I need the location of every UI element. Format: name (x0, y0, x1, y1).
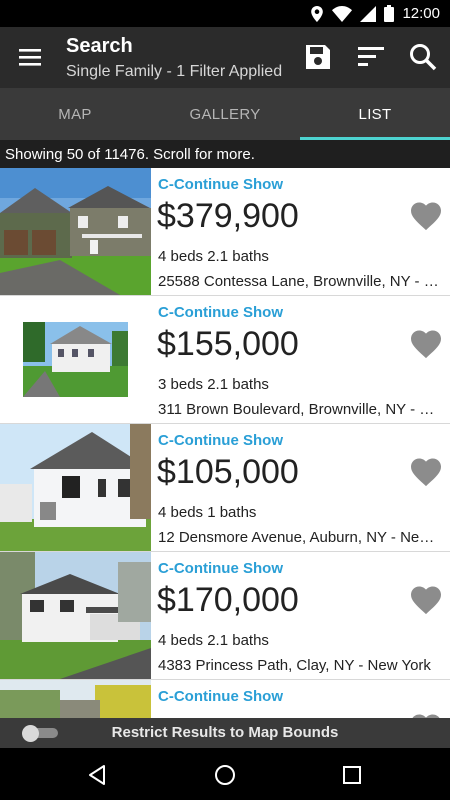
listing-price: $155,000 (157, 325, 299, 363)
heart-icon[interactable] (408, 198, 444, 234)
listing-photo[interactable] (0, 424, 151, 551)
view-tabs: MAP GALLERY LIST (0, 88, 450, 140)
listing-photo[interactable] (0, 296, 151, 423)
listing-address: 4383 Princess Path, Clay, NY - New York (158, 657, 431, 674)
listing-address: 311 Brown Boulevard, Brownville, NY - Ne… (158, 401, 442, 418)
results-summary: Showing 50 of 11476. Scroll for more. (0, 140, 450, 168)
listing-beds-baths: 3 beds 2.1 baths (158, 376, 269, 393)
list-item[interactable]: C-Continue Show $379,900 4 beds 2.1 bath… (0, 168, 450, 296)
listing-status: C-Continue Show (158, 688, 283, 705)
clock: 12:00 (402, 5, 440, 22)
save-icon[interactable] (303, 42, 333, 72)
search-filter-summary[interactable]: Single Family - 1 Filter Applied (66, 63, 292, 81)
listing-price: $105,000 (157, 453, 299, 491)
listing-beds-baths: 4 beds 2.1 baths (158, 248, 269, 265)
listing-status: C-Continue Show (158, 432, 283, 449)
tab-gallery[interactable]: GALLERY (150, 88, 300, 140)
listing-address: 25588 Contessa Lane, Brownville, NY - Ne… (158, 273, 442, 290)
home-icon[interactable] (213, 763, 237, 787)
restrict-map-bounds-toggle[interactable] (22, 725, 58, 742)
recents-icon[interactable] (340, 763, 364, 787)
list-item[interactable]: C-Continue Show $170,000 4 beds 2.1 bath… (0, 552, 450, 680)
heart-icon[interactable] (408, 582, 444, 618)
back-icon[interactable] (86, 763, 110, 787)
listing-list[interactable]: C-Continue Show $379,900 4 beds 2.1 bath… (0, 168, 450, 718)
signal-icon (360, 5, 377, 22)
listing-status: C-Continue Show (158, 560, 283, 577)
listing-address: 12 Densmore Avenue, Auburn, NY - New Yor… (158, 529, 442, 546)
list-item[interactable]: C-Continue Show $105,000 4 beds 1 baths … (0, 424, 450, 552)
listing-beds-baths: 4 beds 1 baths (158, 504, 257, 521)
hamburger-menu-icon[interactable] (17, 45, 43, 69)
sort-icon[interactable] (356, 42, 386, 72)
restrict-map-bounds-label[interactable]: Restrict Results to Map Bounds (0, 718, 450, 748)
listing-price: $170,000 (157, 581, 299, 619)
battery-icon (384, 5, 395, 22)
listing-status: C-Continue Show (158, 176, 283, 193)
listing-price: $379,900 (157, 197, 299, 235)
location-icon (311, 5, 324, 22)
heart-icon[interactable] (408, 326, 444, 362)
listing-photo[interactable] (0, 552, 151, 679)
wifi-icon (332, 5, 353, 22)
tab-map[interactable]: MAP (0, 88, 150, 140)
tab-list[interactable]: LIST (300, 88, 450, 140)
app-bar: Search Single Family - 1 Filter Applied (0, 27, 450, 88)
listing-beds-baths: 4 beds 2.1 baths (158, 632, 269, 649)
heart-icon[interactable] (408, 710, 444, 718)
system-nav-bar (0, 748, 450, 800)
listing-status: C-Continue Show (158, 304, 283, 321)
listing-photo[interactable] (0, 680, 151, 718)
page-title: Search (66, 35, 133, 57)
search-icon[interactable] (408, 42, 438, 72)
map-bounds-bar: Restrict Results to Map Bounds (0, 718, 450, 748)
list-item[interactable]: C-Continue Show (0, 680, 450, 718)
status-bar: 12:00 (0, 0, 450, 27)
heart-icon[interactable] (408, 454, 444, 490)
listing-photo[interactable] (0, 168, 151, 295)
list-item[interactable]: C-Continue Show $155,000 3 beds 2.1 bath… (0, 296, 450, 424)
